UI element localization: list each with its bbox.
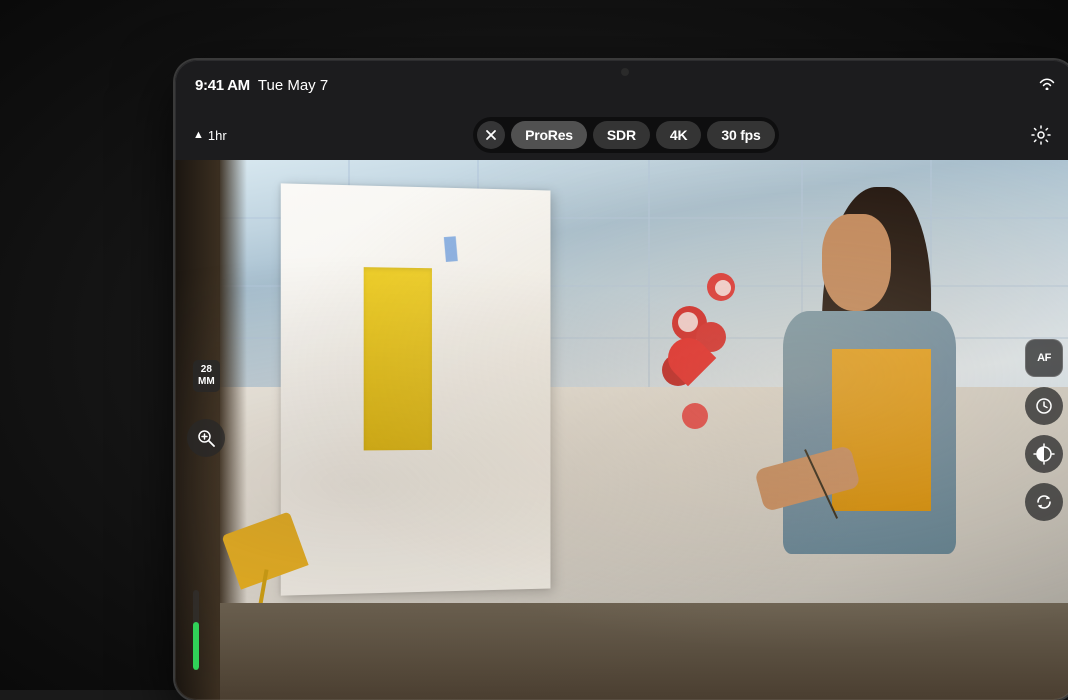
toolbar-left: ▲ 1hr [193, 128, 227, 143]
mm-value: 28 [201, 364, 212, 375]
reset-button[interactable] [1025, 483, 1063, 521]
format-pill-sdr[interactable]: SDR [593, 121, 650, 149]
settings-button[interactable] [1025, 119, 1057, 151]
af-button[interactable]: AF [1025, 339, 1063, 377]
rec-time: 1hr [208, 128, 227, 143]
level-fill [193, 622, 199, 670]
status-right [1039, 78, 1055, 93]
right-controls: AF [1025, 339, 1063, 521]
format-pill-4k[interactable]: 4K [656, 121, 702, 149]
ipad-frame: 9:41 AM Tue May 7 ▲ 1hr [175, 60, 1068, 700]
recording-label: ▲ 1hr [193, 128, 227, 143]
flash-button[interactable] [1025, 387, 1063, 425]
level-indicator [193, 590, 199, 670]
af-label: AF [1037, 352, 1051, 364]
toolbar-center: ProRes SDR 4K 30 fps [473, 117, 779, 153]
photo-overlay [175, 160, 1068, 700]
zoom-button[interactable] [187, 419, 225, 457]
camera-dot [621, 68, 629, 76]
toolbar: ▲ 1hr ProRes SDR 4K 30 fps [175, 110, 1068, 160]
wifi-icon [1039, 78, 1055, 93]
toolbar-right [1025, 119, 1057, 151]
exposure-button[interactable] [1025, 435, 1063, 473]
rec-icon: ▲ [193, 129, 204, 141]
status-left: 9:41 AM Tue May 7 [195, 77, 328, 94]
format-pill-fps[interactable]: 30 fps [707, 121, 774, 149]
viewfinder: 28 MM AF [175, 160, 1068, 700]
close-button[interactable] [477, 121, 505, 149]
status-date: Tue May 7 [258, 77, 328, 94]
format-pill-prores[interactable]: ProRes [511, 121, 587, 149]
status-time: 9:41 AM [195, 77, 250, 94]
focal-length-label: 28 MM [193, 360, 220, 392]
camera-area [621, 60, 629, 76]
mm-unit: MM [198, 376, 215, 387]
